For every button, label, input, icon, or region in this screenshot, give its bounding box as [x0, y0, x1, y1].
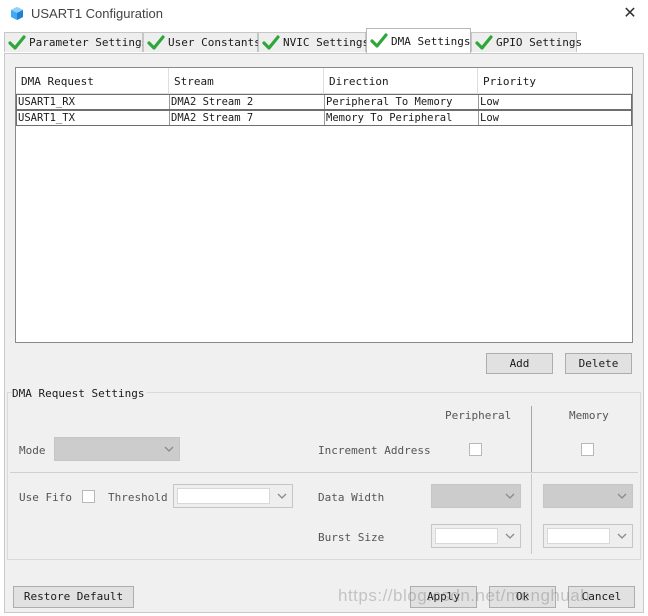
peripheral-burst-size-select[interactable]	[431, 524, 521, 548]
tab-strip: Parameter Settings User Constants NVIC S…	[4, 28, 644, 54]
chevron-down-icon	[505, 533, 515, 539]
table-header: DMA Request Stream Direction Priority	[16, 68, 632, 94]
memory-burst-size-field	[547, 528, 610, 544]
green-check-icon	[475, 34, 493, 50]
delete-button[interactable]: Delete	[565, 353, 632, 374]
memory-increment-checkbox[interactable]	[581, 443, 594, 456]
memory-burst-size-select[interactable]	[543, 524, 633, 548]
peripheral-burst-size-field	[435, 528, 498, 544]
threshold-select-field	[177, 488, 270, 504]
chevron-down-icon	[617, 533, 627, 539]
cell-priority: Low	[480, 96, 499, 108]
group-title: DMA Request Settings	[12, 387, 148, 400]
peripheral-header: Peripheral	[445, 409, 512, 422]
mode-select[interactable]	[54, 437, 180, 461]
table-row[interactable]: USART1_TX DMA2 Stream 7 Memory To Periph…	[16, 110, 632, 126]
column-header-stream[interactable]: Stream	[169, 68, 324, 93]
chevron-down-icon	[164, 446, 174, 452]
threshold-label: Threshold	[108, 491, 168, 504]
cell-dma-request: USART1_RX	[17, 95, 170, 109]
use-fifo-label: Use Fifo	[19, 491, 72, 504]
tab-label: NVIC Settings	[283, 36, 370, 49]
peripheral-increment-checkbox[interactable]	[469, 443, 482, 456]
cube-icon	[11, 7, 23, 20]
add-button[interactable]: Add	[486, 353, 553, 374]
watermark: https://blog.csdn.net/menghuah	[338, 586, 591, 605]
green-check-icon	[8, 34, 26, 50]
dma-request-table[interactable]: DMA Request Stream Direction Priority US…	[15, 67, 633, 343]
memory-header: Memory	[569, 409, 609, 422]
cell-stream: DMA2 Stream 2	[170, 95, 325, 109]
tab-label: GPIO Settings	[496, 36, 583, 49]
chevron-down-icon	[505, 493, 515, 499]
peripheral-data-width-select[interactable]	[431, 484, 521, 508]
column-divider	[531, 474, 532, 554]
cell-dma-request: USART1_TX	[17, 111, 170, 125]
tab-nvic-settings[interactable]: NVIC Settings	[258, 32, 370, 52]
cell-direction: Peripheral To Memory	[325, 95, 479, 109]
chevron-down-icon	[277, 493, 287, 499]
tab-dma-settings[interactable]: DMA Settings	[366, 28, 471, 53]
close-icon[interactable]: ✕	[620, 3, 640, 23]
cell-stream: DMA2 Stream 7	[170, 111, 325, 125]
memory-data-width-select[interactable]	[543, 484, 633, 508]
burst-size-label: Burst Size	[318, 531, 385, 544]
tab-user-constants[interactable]: User Constants	[143, 32, 261, 52]
tab-label: User Constants	[168, 36, 261, 49]
table-row[interactable]: USART1_RX DMA2 Stream 2 Peripheral To Me…	[16, 94, 632, 110]
mode-label: Mode	[19, 444, 46, 457]
tab-label: DMA Settings	[391, 34, 471, 48]
column-header-direction[interactable]: Direction	[324, 68, 478, 93]
threshold-select[interactable]	[173, 484, 293, 508]
use-fifo-checkbox[interactable]	[82, 490, 95, 503]
column-divider	[531, 406, 532, 472]
restore-default-button[interactable]: Restore Default	[13, 586, 134, 608]
tab-gpio-settings[interactable]: GPIO Settings	[471, 32, 582, 52]
cell-direction: Memory To Peripheral	[325, 111, 479, 125]
window-title: USART1 Configuration	[31, 6, 163, 21]
tab-label: Parameter Settings	[29, 36, 149, 49]
green-check-icon	[262, 34, 280, 50]
row-divider	[10, 472, 638, 473]
tab-parameter-settings[interactable]: Parameter Settings	[4, 32, 148, 52]
data-width-label: Data Width	[318, 491, 385, 504]
green-check-icon	[370, 33, 388, 48]
chevron-down-icon	[617, 493, 627, 499]
column-header-priority[interactable]: Priority	[478, 68, 632, 93]
title-bar: USART1 Configuration ✕	[0, 0, 648, 28]
increment-address-label: Increment Address	[318, 444, 431, 457]
green-check-icon	[147, 34, 165, 50]
column-header-dma-request[interactable]: DMA Request	[16, 68, 169, 93]
cell-priority: Low	[480, 112, 499, 124]
